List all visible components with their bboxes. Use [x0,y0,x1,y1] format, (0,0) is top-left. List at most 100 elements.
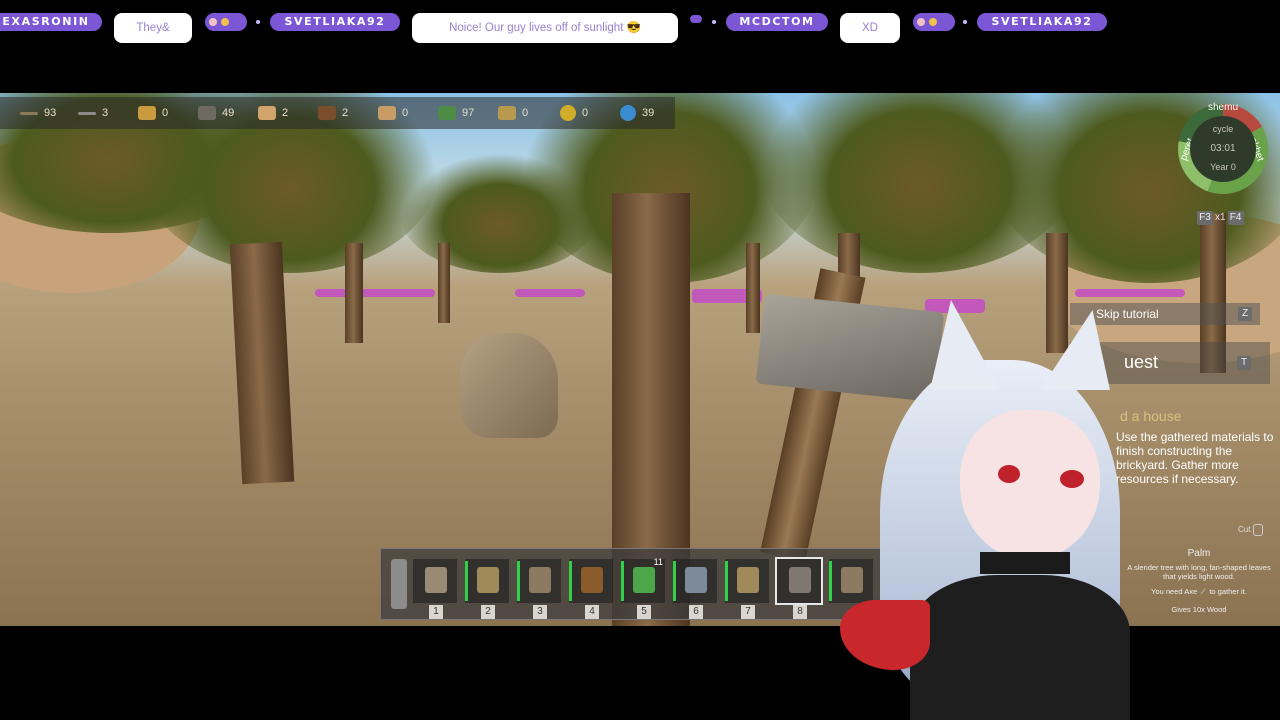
leaf-icon [438,106,456,120]
resource-count: 0 [582,107,589,119]
vtuber-avatar [770,300,1180,720]
brick-icon [378,106,396,120]
speed-down-key[interactable]: F3 [1197,211,1213,225]
speed-up-key[interactable]: F4 [1227,211,1244,225]
chat-message: They& [114,13,192,43]
hotbar-slot[interactable]: 6 [673,559,717,619]
axe-icon: ⟋ [1200,587,1206,596]
chat-badges [205,13,247,31]
stream-chat-ribbon: EXASRONIN They& SVETLIAKA92 Noice! Our g… [0,0,1280,50]
hotbar-slot[interactable]: 3 [517,559,561,619]
resource-item: 3 [78,97,108,129]
resource-count: 97 [462,107,475,119]
separator-dot [712,20,716,24]
stack-count: 11 [653,557,663,567]
slot-number: 3 [533,605,547,619]
palm-trunk [438,243,450,323]
resource-item: 0 [560,97,588,129]
resource-count: 2 [342,107,349,119]
resource-bar: 93 3 0 49 2 2 0 97 0 0 39 [0,97,675,129]
year-label: Year 0 [1210,162,1236,172]
slot-number: 2 [481,605,495,619]
speed-value: x1 [1215,212,1226,223]
durability-meter [725,561,728,601]
avatar-collar [980,552,1070,574]
hotbar-handle-icon [391,559,407,609]
game-speed-control: F3 x1 F4 [1197,211,1249,225]
durability-meter [517,561,520,601]
resource-item: 0 [498,97,528,129]
sickle-icon [737,567,759,593]
flower-bush [315,289,435,297]
palm-canopy [400,153,600,273]
hotbar-slot[interactable]: 11 5 [621,557,665,619]
resource-count: 93 [44,107,57,119]
palm-trunk [345,243,363,343]
resource-item: 93 [20,97,56,129]
resource-item: 2 [258,97,288,129]
game-time: 03:01 [1210,143,1236,154]
resource-count: 2 [282,107,289,119]
avatar-eye [998,465,1020,483]
avatar-ribbon [840,600,930,670]
resource-item: 2 [318,97,348,129]
water-icon [620,105,636,121]
palm-trunk [229,241,295,485]
avatar-outfit [910,575,1130,720]
requirement-suffix: to gather it. [1209,587,1247,596]
chat-username: SVETLIAKA92 [270,13,400,31]
log-icon [138,106,156,120]
stick-icon [20,111,38,115]
hotbar-slot[interactable]: 1 [413,559,457,619]
avatar-eye [1060,470,1084,488]
pickaxe-icon [529,567,551,593]
jug-icon [685,567,707,593]
gold-icon [560,105,576,121]
stone-axe-icon [425,567,447,593]
chat-username: SVETLIAKA92 [977,13,1107,31]
resource-item: 0 [378,97,408,129]
cycle-label: cycle [1212,124,1234,134]
calendar-center: cycle 03:01 Year 0 [1190,116,1256,182]
resource-item: 0 [138,97,168,129]
durability-meter [621,561,624,601]
separator-dot [256,20,260,24]
season-calendar[interactable]: shemu peret akhet cycle 03:01 Year 0 [1178,102,1268,194]
resource-count: 49 [222,107,235,119]
mouse-icon [1252,524,1263,536]
seed-pouch-icon [633,567,655,593]
resource-item: 49 [198,97,234,129]
separator-dot [963,20,967,24]
quest-key: T [1237,356,1251,370]
durability-meter [569,561,572,601]
chat-message: Noice! Our guy lives off of sunlight 😎 [412,13,678,43]
chat-message: XD [840,13,900,43]
skip-key: Z [1238,307,1252,321]
cut-action[interactable]: Cut [1238,524,1263,536]
hotbar-slot[interactable]: 2 [465,559,509,619]
seed-icon [498,106,516,120]
chat-username: MCDCTOM [726,13,828,31]
chat-badge [690,15,702,23]
bark-icon [318,106,336,120]
boulder[interactable] [460,333,558,438]
durability-meter [465,561,468,601]
chat-badges [913,13,955,31]
slot-number: 5 [637,605,651,619]
cut-label: Cut [1238,525,1251,535]
resource-item: 97 [438,97,474,129]
hotbar-slot[interactable]: 7 [725,559,769,619]
hotbar-slot[interactable]: 4 [569,559,613,619]
resource-count: 39 [642,107,655,119]
palm-trunk [746,243,760,333]
slot-number: 4 [585,605,599,619]
resource-count: 3 [102,107,109,119]
sickle-icon [477,567,499,593]
flower-bush [515,289,585,297]
slot-number: 7 [741,605,755,619]
avatar-ear-right [1040,310,1110,390]
bucket-icon [581,567,603,593]
durability-meter [673,561,676,601]
avatar-ear-left [930,300,1000,390]
resource-count: 0 [402,107,409,119]
